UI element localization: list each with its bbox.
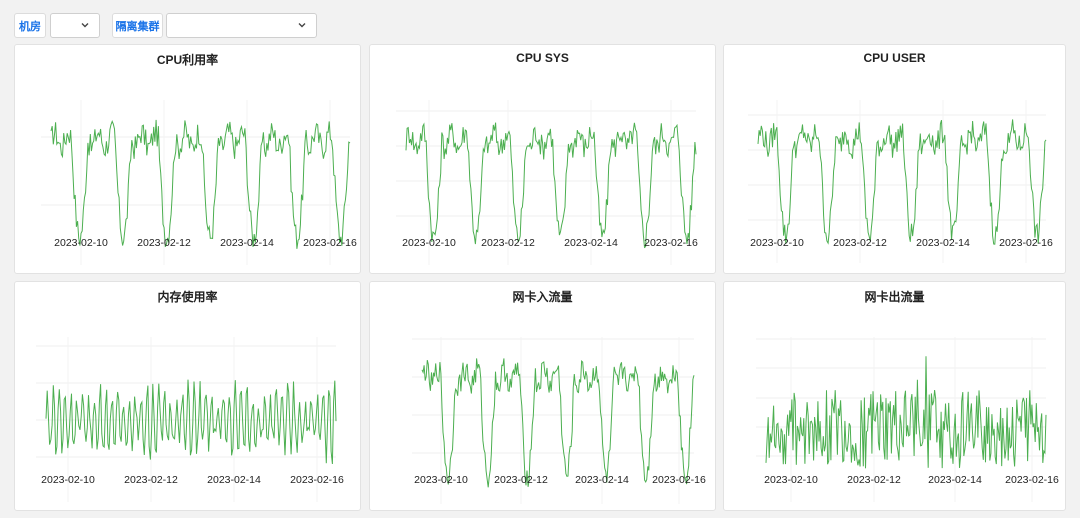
x-tick-label: 2023-02-12 <box>494 474 548 486</box>
chart-title: 网卡入流量 <box>512 290 573 304</box>
series-line <box>421 358 695 488</box>
cluster-label: 隔离集群 <box>112 13 163 38</box>
chart-panel: 2023-02-10 2023-02-12 2023-02-14 2023-02-16… <box>369 44 716 274</box>
line-chart: 2023-02-10 2023-02-12 2023-02-14 2023-02-16 <box>396 100 698 265</box>
x-tick-label: 2023-02-12 <box>124 474 178 486</box>
x-tick-label: 2023-02-14 <box>564 237 618 249</box>
series-line <box>405 122 697 249</box>
x-tick-label: 2023-02-12 <box>481 237 535 249</box>
x-tick-label: 2023-02-14 <box>220 237 274 249</box>
x-tick-label: 2023-02-10 <box>54 237 108 249</box>
x-tick-label: 2023-02-14 <box>916 237 970 249</box>
x-tick-label: 2023-02-16 <box>644 237 698 249</box>
chevron-down-icon <box>298 23 306 28</box>
x-tick-label: 2023-02-10 <box>414 474 468 486</box>
x-tick-label: 2023-02-10 <box>764 474 818 486</box>
line-chart: 2023-02-10 2023-02-12 2023-02-14 2023-02-16 <box>36 337 344 502</box>
cluster-select[interactable] <box>166 13 317 38</box>
chart-title: CPU利用率 <box>156 53 219 67</box>
chart-title: 网卡出流量 <box>864 290 925 304</box>
x-tick-label: 2023-02-12 <box>847 474 901 486</box>
x-tick-label: 2023-02-14 <box>207 474 261 486</box>
x-tick-label: 2023-02-10 <box>750 237 804 249</box>
series-line <box>45 379 337 465</box>
line-chart: 2023-02-10 2023-02-12 2023-02-14 2023-02-16 <box>412 337 706 504</box>
chart-panel: 2023-02-10 2023-02-12 2023-02-14 2023-02-16… <box>723 281 1066 511</box>
series-line <box>50 119 351 249</box>
x-tick-label: 2023-02-16 <box>303 237 357 249</box>
series-line <box>757 119 1047 245</box>
chart-panel: 2023-02-10 2023-02-12 2023-02-14 2023-02-16… <box>369 281 716 511</box>
x-tick-label: 2023-02-16 <box>290 474 344 486</box>
x-tick-label: 2023-02-16 <box>999 237 1053 249</box>
chart-panel: 2023-02-10 2023-02-12 2023-02-14 2023-02-16… <box>14 44 361 274</box>
x-tick-label: 2023-02-14 <box>575 474 629 486</box>
x-tick-label: 2023-02-10 <box>402 237 456 249</box>
filter-bar: 机房 隔离集群 <box>0 0 1080 44</box>
chevron-down-icon <box>81 23 89 28</box>
line-chart: 2023-02-10 2023-02-12 2023-02-14 2023-02-16 <box>748 100 1053 263</box>
line-chart: 2023-02-10 2023-02-12 2023-02-14 2023-02-16 <box>756 337 1059 502</box>
line-chart: 2023-02-10 2023-02-12 2023-02-14 2023-02-16 <box>41 100 357 265</box>
chart-title: CPU SYS <box>516 51 569 65</box>
chart-panel: 2023-02-10 2023-02-12 2023-02-14 2023-02-16… <box>723 44 1066 274</box>
x-tick-label: 2023-02-16 <box>1005 474 1059 486</box>
x-tick-label: 2023-02-14 <box>928 474 982 486</box>
x-tick-label: 2023-02-16 <box>652 474 706 486</box>
series-line <box>765 356 1047 469</box>
chart-panel: 2023-02-10 2023-02-12 2023-02-14 2023-02-16… <box>14 281 361 511</box>
x-tick-label: 2023-02-12 <box>137 237 191 249</box>
room-label: 机房 <box>14 13 46 38</box>
chart-title: CPU USER <box>863 51 926 65</box>
chart-title: 内存使用率 <box>157 290 218 304</box>
room-select[interactable] <box>50 13 100 38</box>
x-tick-label: 2023-02-12 <box>833 237 887 249</box>
x-tick-label: 2023-02-10 <box>41 474 95 486</box>
